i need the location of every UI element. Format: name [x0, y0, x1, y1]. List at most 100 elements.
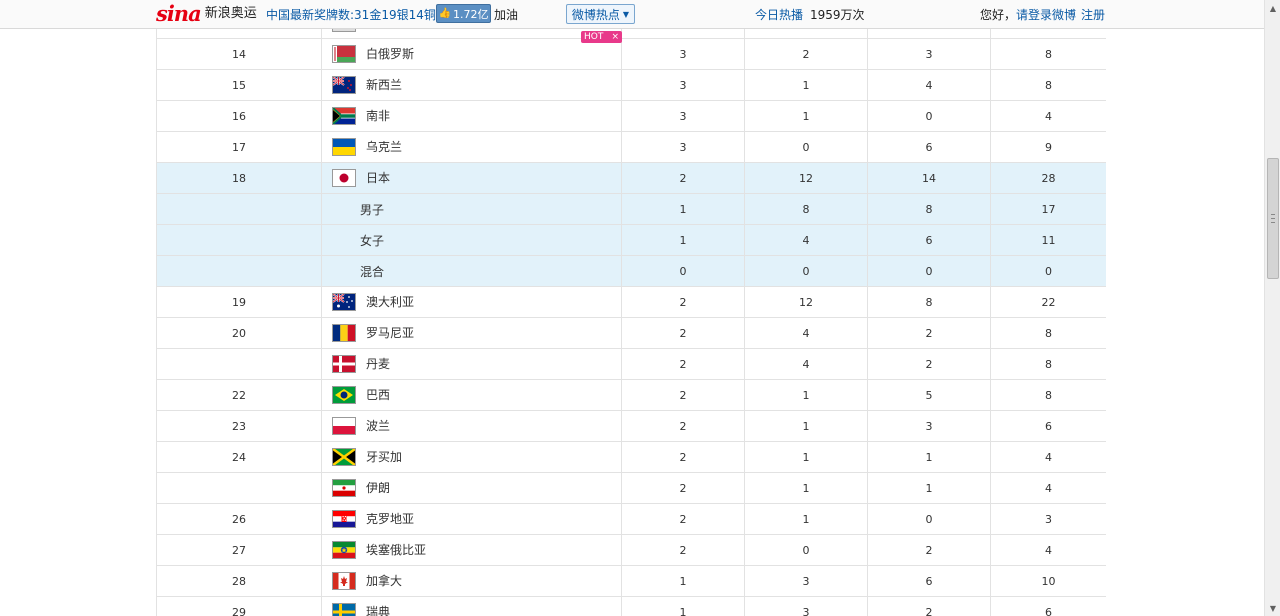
table-row: 男子 1 8 8 17: [156, 193, 1106, 225]
gold-count-cell: 2: [621, 441, 745, 473]
gold-count-cell: 1: [621, 565, 745, 597]
rank-cell: 15: [156, 69, 322, 101]
chevron-down-icon: ▼: [622, 9, 630, 19]
like-button[interactable]: 👍 1.72亿: [436, 4, 491, 23]
rank-cell: [156, 193, 322, 225]
country-cell[interactable]: 澳大利亚: [321, 286, 622, 318]
scroll-down-arrow-icon[interactable]: ▼: [1265, 600, 1280, 616]
sina-olympics-logo[interactable]: sina 新浪奥运: [156, 2, 257, 26]
silver-count-cell: 1: [744, 100, 868, 132]
country-cell[interactable]: 罗马尼亚: [321, 317, 622, 349]
country-cell[interactable]: 波兰: [321, 410, 622, 442]
silver-count-cell: 4: [744, 317, 868, 349]
silver-count-cell: 12: [744, 286, 868, 318]
rank-cell: 29: [156, 596, 322, 616]
hot-badge-label: HOT: [584, 32, 604, 42]
silver-count-cell: 1: [744, 69, 868, 101]
sweden-flag-icon: [332, 603, 356, 616]
country-cell[interactable]: 伊朗: [321, 472, 622, 504]
gold-count-cell: 3: [621, 100, 745, 132]
croatia-flag-icon: [332, 510, 356, 529]
country-cell[interactable]: 南非: [321, 100, 622, 132]
sina-logo-text: sina: [156, 1, 202, 26]
country-cell[interactable]: 牙买加: [321, 441, 622, 473]
country-name: 女子: [360, 233, 385, 248]
country-cell[interactable]: 克罗地亚: [321, 503, 622, 535]
table-row: 16 南非 3 1 0 4: [156, 100, 1106, 132]
table-row: 17 乌克兰 3 0 6 9: [156, 131, 1106, 163]
category-cell: 女子: [321, 224, 622, 256]
silver-count-cell: 8: [744, 193, 868, 225]
country-cell[interactable]: 加拿大: [321, 565, 622, 597]
bronze-count-cell: 2: [867, 596, 991, 616]
bronze-count-cell: 2: [867, 534, 991, 566]
bronze-count-cell: 8: [867, 286, 991, 318]
table-row: 27 埃塞俄比亚 2 0 2 4: [156, 534, 1106, 566]
close-icon[interactable]: ×: [611, 31, 619, 43]
gold-count-cell: 3: [621, 131, 745, 163]
table-row: 23 波兰 2 1 3 6: [156, 410, 1106, 442]
country-cell[interactable]: 新西兰: [321, 69, 622, 101]
country-cell[interactable]: 丹麦: [321, 348, 622, 380]
total-count-cell: 4: [990, 441, 1106, 473]
country-name: 克罗地亚: [366, 511, 415, 526]
register-link[interactable]: 注册: [1081, 6, 1105, 23]
hot-badge[interactable]: HOT ×: [581, 31, 622, 43]
country-name: 乌克兰: [366, 139, 403, 154]
bronze-count-cell: 5: [867, 379, 991, 411]
total-count-cell: 22: [990, 286, 1106, 318]
total-count-cell: [990, 29, 1106, 39]
rank-cell: 23: [156, 410, 322, 442]
country-cell[interactable]: [321, 29, 622, 39]
country-name: 丹麦: [366, 356, 391, 371]
denmark-flag-icon: [332, 355, 356, 374]
bronze-count-cell: 1: [867, 472, 991, 504]
gold-count-cell: 2: [621, 317, 745, 349]
total-count-cell: 8: [990, 379, 1106, 411]
rank-cell: 22: [156, 379, 322, 411]
table-row: 24 牙买加 2 1 1 4: [156, 441, 1106, 473]
brazil-flag-icon: [332, 386, 356, 405]
china-medal-count-link[interactable]: 中国最新奖牌数:31金19银14铜: [266, 6, 436, 23]
silver-count-cell: 3: [744, 596, 868, 616]
country-cell[interactable]: 乌克兰: [321, 131, 622, 163]
bronze-count-cell: 8: [867, 193, 991, 225]
country-cell[interactable]: 白俄罗斯: [321, 38, 622, 70]
total-count-cell: 17: [990, 193, 1106, 225]
rank-cell: 27: [156, 534, 322, 566]
gold-count-cell: 2: [621, 534, 745, 566]
silver-count-cell: 1: [744, 503, 868, 535]
country-cell[interactable]: 埃塞俄比亚: [321, 534, 622, 566]
country-cell[interactable]: 巴西: [321, 379, 622, 411]
country-cell[interactable]: 日本: [321, 162, 622, 194]
table-row: 18 日本 2 12 14 28: [156, 162, 1106, 194]
bronze-count-cell: 2: [867, 348, 991, 380]
today-hot-link[interactable]: 今日热播: [755, 6, 803, 23]
table-row: [156, 29, 1106, 39]
country-cell[interactable]: 瑞典: [321, 596, 622, 616]
weibo-hot-dropdown[interactable]: 微博热点 ▼: [566, 4, 635, 24]
bronze-count-cell: 2: [867, 317, 991, 349]
scroll-up-arrow-icon[interactable]: ▲: [1265, 0, 1280, 16]
total-count-cell: 6: [990, 596, 1106, 616]
bronze-count-cell: 6: [867, 131, 991, 163]
scrollbar-thumb[interactable]: [1267, 158, 1279, 279]
country-name: 巴西: [366, 387, 391, 402]
bronze-count-cell: 4: [867, 69, 991, 101]
table-row: 伊朗 2 1 1 4: [156, 472, 1106, 504]
silver-count-cell: 0: [744, 534, 868, 566]
medal-table: 14 白俄罗斯 3 2 3 8 15 新西兰 3 1 4 8 16 南非 3 1 0 4 17 乌克兰 3 0 6 9 18 日本…: [156, 29, 1106, 616]
bronze-count-cell: 6: [867, 224, 991, 256]
total-count-cell: 3: [990, 503, 1106, 535]
gold-count-cell: 0: [621, 255, 745, 287]
top-nav-bar: sina 新浪奥运 中国最新奖牌数:31金19银14铜 👍 1.72亿 加油 微…: [0, 0, 1264, 29]
country-name: 牙买加: [366, 449, 403, 464]
scroll-grip-icon: [1271, 214, 1275, 223]
silver-count-cell: 1: [744, 410, 868, 442]
rank-cell: 19: [156, 286, 322, 318]
category-cell: 男子: [321, 193, 622, 225]
silver-count-cell: 0: [744, 255, 868, 287]
bronze-count-cell: 0: [867, 503, 991, 535]
vertical-scrollbar[interactable]: ▲ ▼: [1264, 0, 1280, 616]
weibo-login-link[interactable]: 请登录微博: [1016, 6, 1076, 23]
